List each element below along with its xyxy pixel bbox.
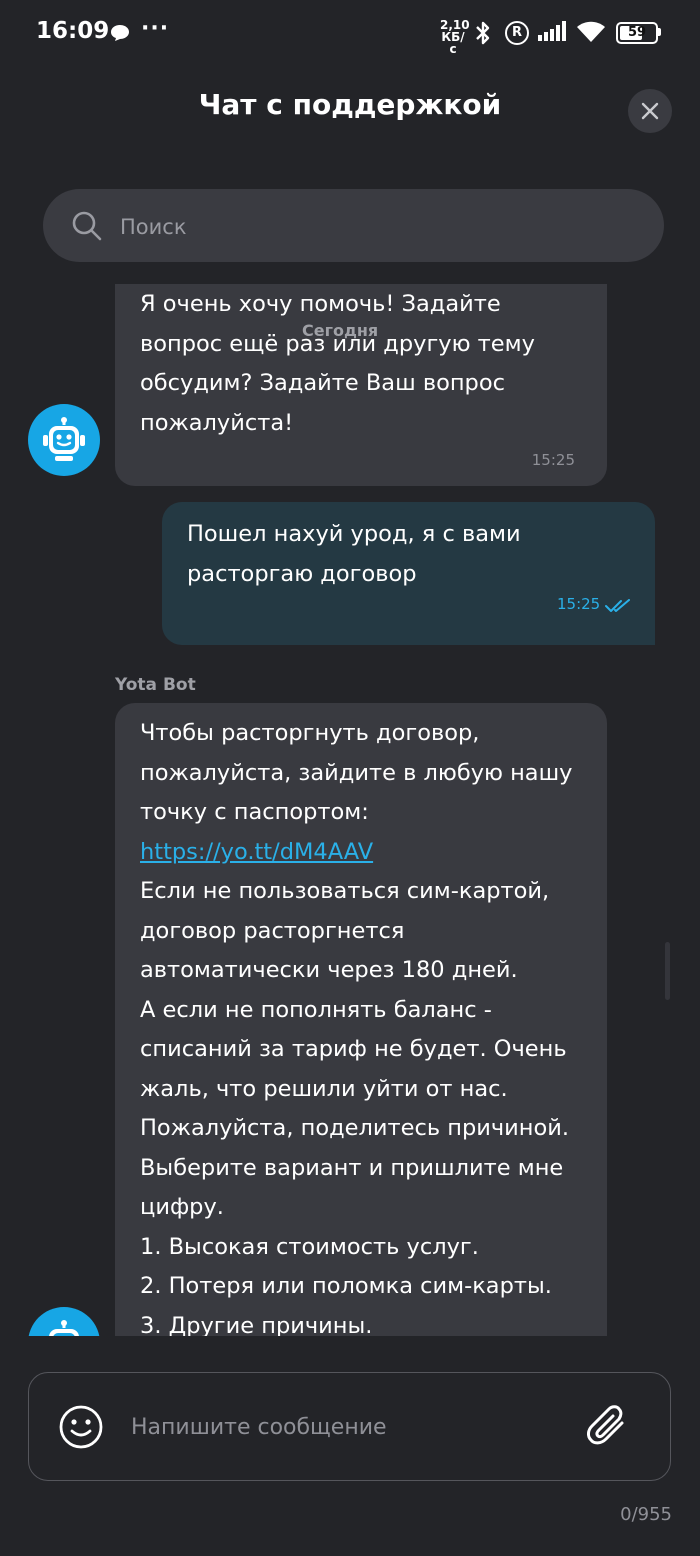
date-separator: Сегодня bbox=[302, 321, 379, 340]
bluetooth-icon bbox=[476, 21, 490, 45]
status-bar: 16:09 ··· 2,10 КБ/с R 59 bbox=[0, 0, 700, 66]
battery-tip bbox=[658, 28, 661, 36]
robot-icon bbox=[49, 1320, 79, 1336]
more-notifications-icon: ··· bbox=[141, 16, 170, 41]
bot-message: Чтобы расторгнуть договор, пожалуйста, з… bbox=[115, 703, 607, 1336]
search-input[interactable] bbox=[118, 189, 642, 264]
bot-message: Я очень хочу помочь! Задайте вопрос ещё … bbox=[115, 284, 607, 486]
scrollbar[interactable] bbox=[665, 942, 670, 1000]
double-check-icon bbox=[605, 599, 630, 612]
character-counter: 0/955 bbox=[620, 1504, 672, 1525]
message-time: 15:25 bbox=[531, 451, 575, 469]
message-composer[interactable] bbox=[28, 1372, 671, 1482]
chat-bubble-icon bbox=[111, 25, 129, 41]
user-message: Пошел нахуй урод, я с вами расторгаю дог… bbox=[162, 502, 655, 645]
message-text-part: Если не пользоваться сим-картой, договор… bbox=[140, 878, 570, 1336]
message-text-part: Чтобы расторгнуть договор, пожалуйста, з… bbox=[140, 720, 573, 825]
search-icon bbox=[72, 211, 102, 241]
search-bar[interactable] bbox=[43, 189, 664, 264]
message-text: Пошел нахуй урод, я с вами расторгаю дог… bbox=[187, 521, 521, 587]
network-speed-unit: КБ/с bbox=[441, 30, 465, 56]
message-input[interactable] bbox=[129, 1373, 573, 1482]
message-text: Я очень хочу помочь! Задайте вопрос ещё … bbox=[140, 291, 535, 436]
roaming-icon: R bbox=[505, 21, 529, 45]
sender-name: Yota Bot bbox=[115, 675, 196, 695]
network-speed: 2,10 КБ/с bbox=[440, 19, 470, 56]
battery-level: 59 bbox=[627, 25, 647, 40]
paperclip-icon[interactable] bbox=[584, 1403, 632, 1451]
emoji-icon[interactable] bbox=[58, 1404, 104, 1450]
signal-icon bbox=[538, 21, 566, 41]
close-icon bbox=[641, 102, 659, 120]
wifi-icon bbox=[577, 21, 605, 42]
close-button[interactable] bbox=[628, 89, 672, 133]
message-link[interactable]: https://yo.tt/dM4AAV bbox=[140, 839, 373, 865]
chat-messages[interactable]: Я очень хочу помочь! Задайте вопрос ещё … bbox=[0, 284, 700, 1336]
status-time: 16:09 bbox=[36, 18, 110, 44]
message-time: 15:25 bbox=[557, 595, 601, 613]
battery-icon: 59 bbox=[616, 22, 658, 44]
message-text: Чтобы расторгнуть договор, пожалуйста, з… bbox=[140, 714, 573, 1336]
bot-avatar bbox=[28, 404, 100, 476]
robot-icon bbox=[43, 417, 85, 461]
bot-avatar bbox=[28, 1307, 100, 1336]
page-title: Чат с поддержкой bbox=[198, 88, 502, 121]
